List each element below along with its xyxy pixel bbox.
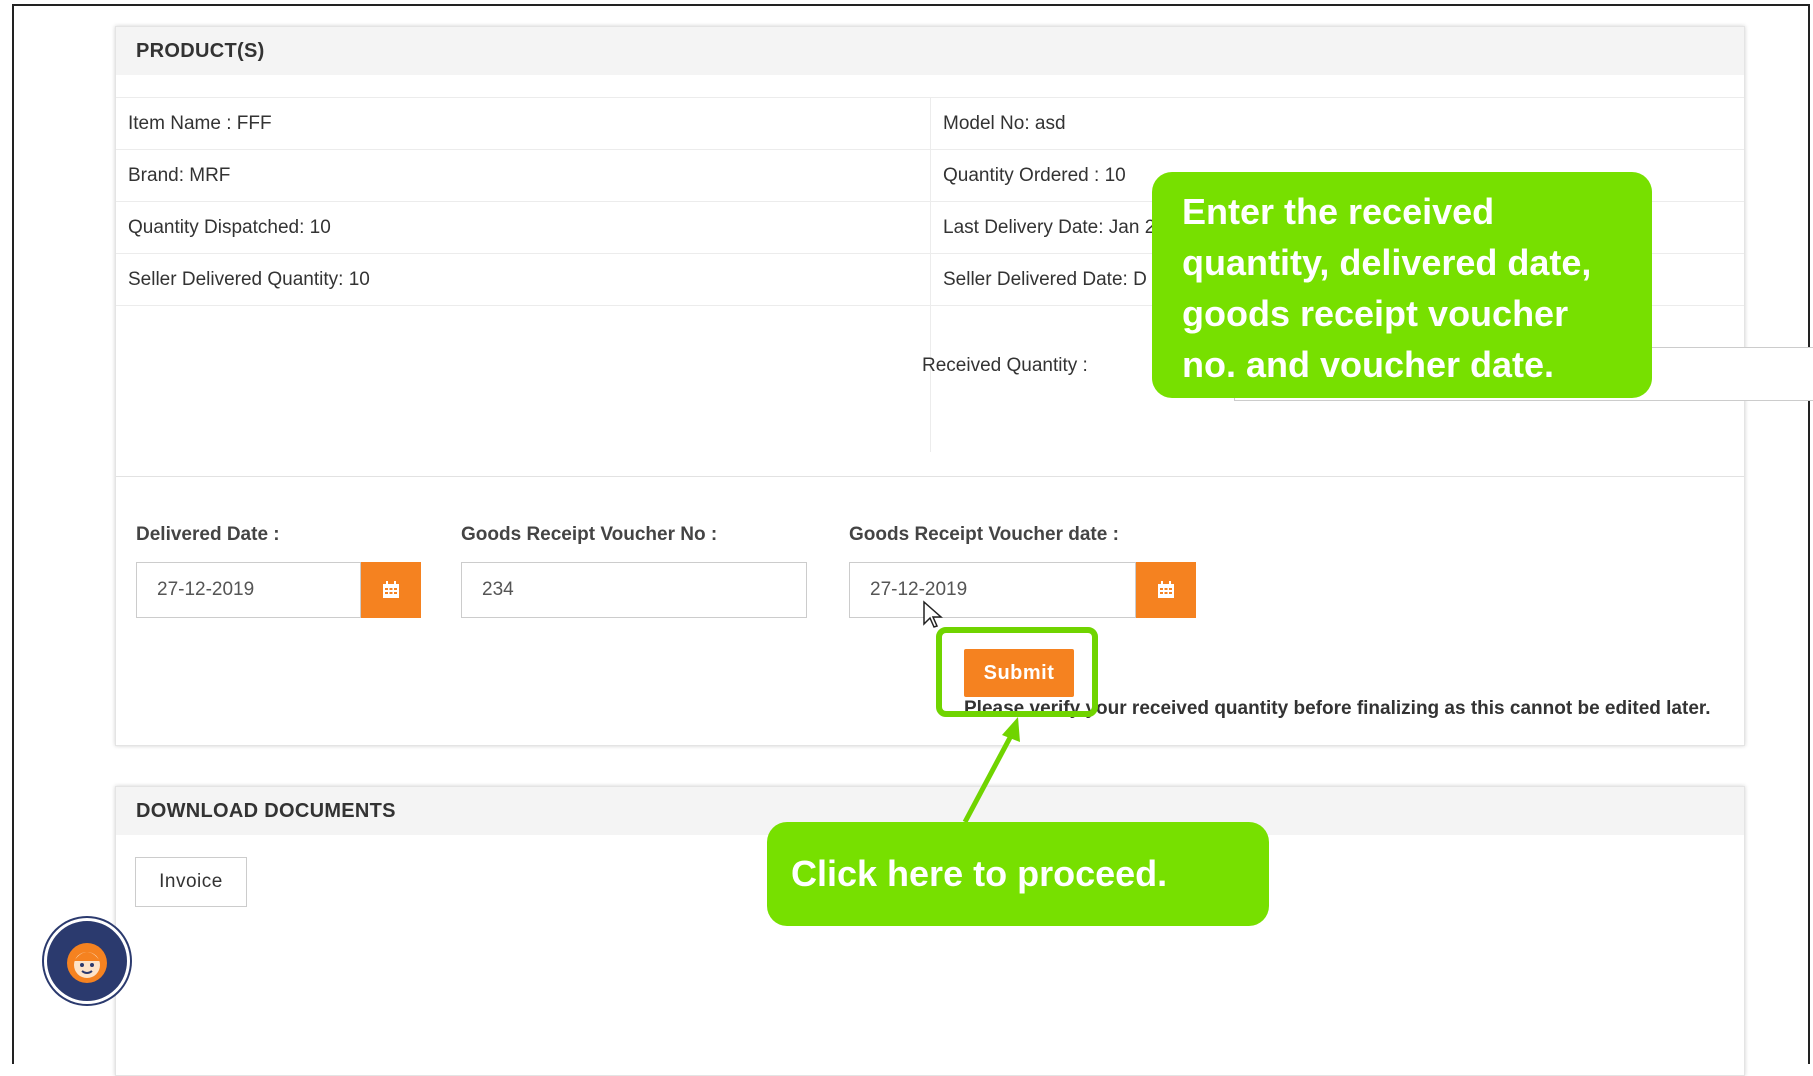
delivered-date-label: Delivered Date : bbox=[136, 524, 280, 545]
calendar-icon bbox=[1158, 581, 1174, 598]
empty-cell bbox=[116, 306, 930, 452]
calendar-icon bbox=[383, 581, 399, 598]
products-header: PRODUCT(S) bbox=[116, 27, 1744, 75]
instruction-callout: Enter the received quantity, delivered d… bbox=[1152, 172, 1652, 398]
proceed-callout: Click here to proceed. bbox=[767, 822, 1269, 926]
model-no: Model No: asd bbox=[930, 98, 1744, 149]
submit-highlight-box bbox=[936, 627, 1098, 717]
product-row: Item Name : FFF Model No: asd bbox=[116, 97, 1744, 149]
divider bbox=[116, 476, 1744, 477]
seller-delivered-quantity: Seller Delivered Quantity: 10 bbox=[128, 268, 370, 290]
delivered-date-input[interactable]: 27-12-2019 bbox=[136, 562, 361, 618]
voucher-no-label: Goods Receipt Voucher No : bbox=[461, 524, 718, 545]
invoice-button[interactable]: Invoice bbox=[135, 857, 247, 907]
chat-support-button[interactable] bbox=[44, 918, 130, 1004]
voucher-no-input[interactable]: 234 bbox=[461, 562, 807, 618]
received-quantity-label: Received Quantity : bbox=[922, 355, 1088, 376]
mouse-cursor-icon bbox=[923, 600, 943, 628]
quantity-dispatched: Quantity Dispatched: 10 bbox=[128, 216, 331, 238]
brand: Brand: MRF bbox=[128, 164, 231, 186]
voucher-date-label: Goods Receipt Voucher date : bbox=[849, 524, 1119, 545]
voucher-date-calendar-button[interactable] bbox=[1136, 562, 1196, 618]
item-name: Item Name : FFF bbox=[128, 112, 272, 134]
chat-support-icon bbox=[67, 943, 107, 983]
delivered-date-calendar-button[interactable] bbox=[361, 562, 421, 618]
voucher-date-input[interactable]: 27-12-2019 bbox=[849, 562, 1136, 618]
